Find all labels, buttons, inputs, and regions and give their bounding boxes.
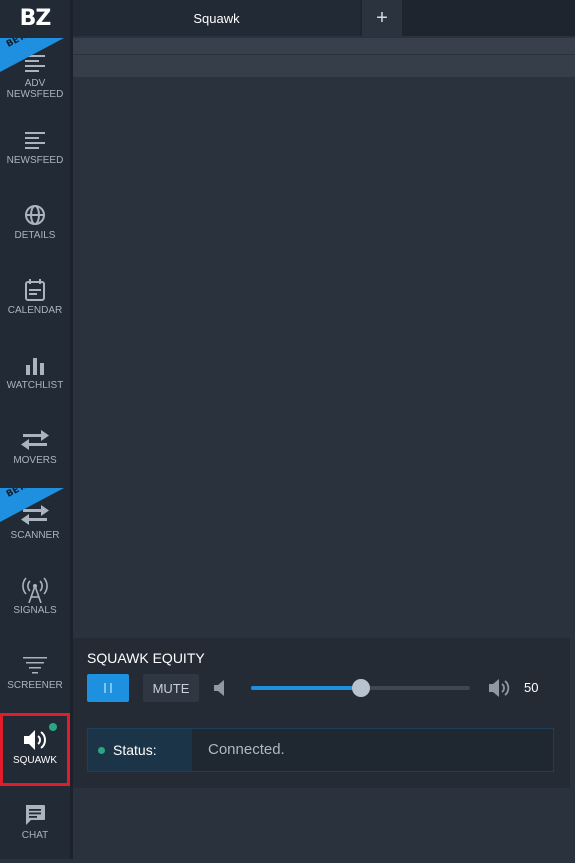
sidebar-item-watchlist[interactable]: WATCHLIST (0, 338, 70, 413)
workspace-area (73, 78, 575, 636)
swap-arrows-icon (21, 427, 49, 453)
sidebar: BZ BETA ADV NEWSFEED NEWSFEED DETAILS CA… (0, 0, 73, 859)
chat-icon (24, 802, 46, 828)
volume-high-icon (488, 678, 510, 703)
toolbar-strip (73, 38, 575, 54)
pause-icon (104, 683, 106, 693)
sidebar-item-details[interactable]: DETAILS (0, 188, 70, 263)
sidebar-item-label: NEWSFEED (6, 155, 64, 166)
status-indicator-dot (98, 746, 105, 754)
volume-slider[interactable] (251, 679, 470, 697)
status-label-area: Status: (88, 729, 192, 771)
sidebar-item-label: DETAILS (14, 230, 56, 241)
sidebar-item-signals[interactable]: SIGNALS (0, 563, 70, 638)
sidebar-item-label: MOVERS (13, 455, 57, 466)
sidebar-item-label: CHAT (21, 830, 49, 841)
sidebar-item-label: SCANNER (10, 530, 60, 541)
logo: BZ (19, 5, 52, 31)
sidebar-item-label: SIGNALS (13, 605, 57, 616)
bar-chart-icon (25, 352, 45, 378)
sidebar-item-calendar[interactable]: CALENDAR (0, 263, 70, 338)
squawk-panel: SQUAWK EQUITY MUTE 50 Status: Connected. (73, 638, 570, 788)
volume-low-icon (213, 680, 227, 701)
sidebar-item-label: ADV NEWSFEED (6, 78, 64, 100)
sidebar-item-newsfeed[interactable]: NEWSFEED (0, 113, 70, 188)
speaker-icon (23, 727, 47, 753)
volume-slider-fill (251, 686, 361, 690)
filter-icon (23, 652, 47, 678)
add-tab-button[interactable]: + (362, 0, 402, 36)
volume-value: 50 (524, 680, 539, 695)
globe-icon (24, 202, 46, 228)
toolbar-strip-secondary (73, 55, 575, 77)
tab-bar: Squawk + (73, 0, 575, 36)
status-box: Status: Connected. (87, 728, 554, 772)
sidebar-item-chat[interactable]: CHAT (0, 788, 70, 863)
calendar-icon (25, 277, 45, 303)
tab-squawk[interactable]: Squawk (73, 0, 360, 36)
list-icon (25, 127, 45, 153)
sidebar-item-label: SCREENER (7, 680, 63, 691)
pause-icon (110, 683, 112, 693)
panel-title: SQUAWK EQUITY (87, 650, 205, 666)
sidebar-item-label: CALENDAR (7, 305, 63, 316)
sidebar-item-movers[interactable]: MOVERS (0, 413, 70, 488)
sidebar-item-label: SQUAWK (12, 755, 58, 766)
sidebar-item-adv-newsfeed[interactable]: BETA ADV NEWSFEED (0, 38, 70, 113)
antenna-icon (21, 577, 49, 603)
sidebar-item-screener[interactable]: SCREENER (0, 638, 70, 713)
pause-button[interactable] (87, 674, 129, 702)
sidebar-item-label: WATCHLIST (6, 380, 64, 391)
volume-slider-thumb[interactable] (351, 679, 370, 697)
status-value: Connected. (208, 741, 285, 758)
mute-button[interactable]: MUTE (143, 674, 199, 702)
notification-dot (49, 723, 57, 731)
sidebar-item-squawk[interactable]: SQUAWK (0, 713, 70, 788)
sidebar-item-scanner[interactable]: BETA SCANNER (0, 488, 70, 563)
status-label: Status: (113, 742, 157, 758)
